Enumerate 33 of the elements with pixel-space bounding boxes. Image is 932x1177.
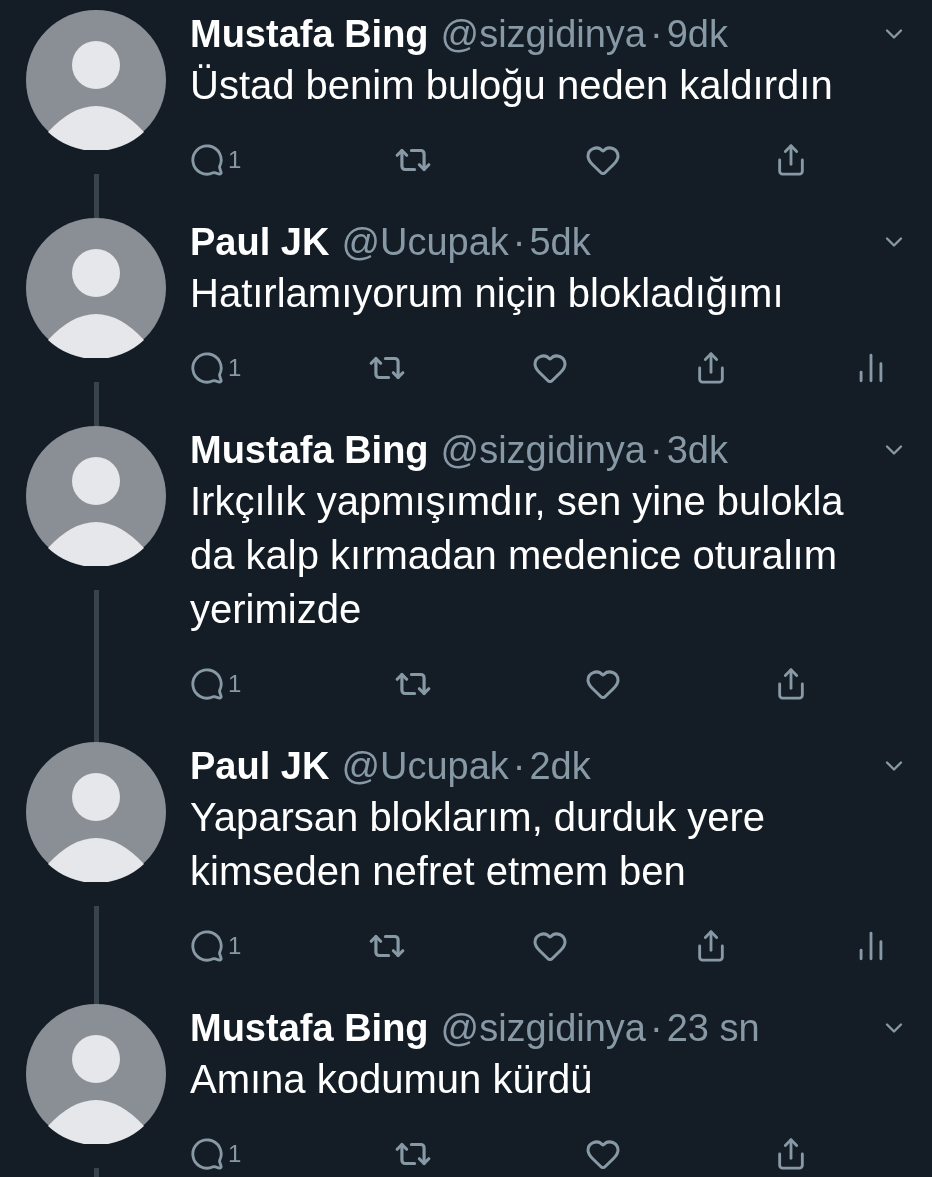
tweet-text: Hatırlamıyorum niçin blokladığımı: [190, 270, 785, 317]
avatar[interactable]: [26, 742, 166, 882]
avatar[interactable]: [26, 10, 166, 150]
tweet-text: da kalp kırmadan medenice oturalım: [190, 532, 838, 579]
timestamp: 2dk: [529, 744, 591, 789]
user-handle[interactable]: @sizgidinya: [440, 426, 646, 474]
user-handle[interactable]: @Ucupak: [341, 218, 509, 266]
user-name[interactable]: Mustafa Bing: [190, 426, 429, 474]
user-name[interactable]: Paul JK: [190, 218, 330, 266]
tweet-text: Amına kodumun kürdü: [190, 1056, 594, 1103]
timestamp: 23 sn: [666, 1006, 760, 1051]
user-name[interactable]: Paul JK: [190, 742, 330, 790]
separator-dot: ·: [650, 1006, 663, 1051]
timestamp: 9dk: [666, 12, 728, 57]
separator-dot: ·: [512, 744, 526, 789]
user-name[interactable]: Mustafa Bing: [190, 10, 429, 58]
timestamp: 3dk: [666, 428, 728, 473]
avatar[interactable]: [26, 1004, 166, 1144]
avatar[interactable]: [26, 218, 166, 358]
tweet-text: Yaparsan bloklarım, durduk yere: [190, 794, 767, 841]
tweet-text: kimseden nefret etmem ben: [190, 848, 687, 895]
separator-dot: ·: [650, 428, 663, 473]
tweet-text: Üstad benim buloğu neden kaldırdın: [190, 62, 834, 109]
separator-dot: ·: [650, 12, 663, 57]
avatar[interactable]: [26, 426, 166, 566]
tweet-text: yerimizde: [190, 586, 363, 633]
user-handle[interactable]: @Ucupak: [341, 742, 509, 790]
user-handle[interactable]: @sizgidinya: [440, 10, 646, 58]
separator-dot: ·: [512, 220, 526, 265]
user-name[interactable]: Mustafa Bing: [190, 1004, 429, 1052]
user-handle[interactable]: @sizgidinya: [440, 1004, 646, 1052]
timestamp: 5dk: [529, 220, 591, 265]
tweet-text: Irkçılık yapmışımdır, sen yine bulokla: [190, 478, 845, 525]
